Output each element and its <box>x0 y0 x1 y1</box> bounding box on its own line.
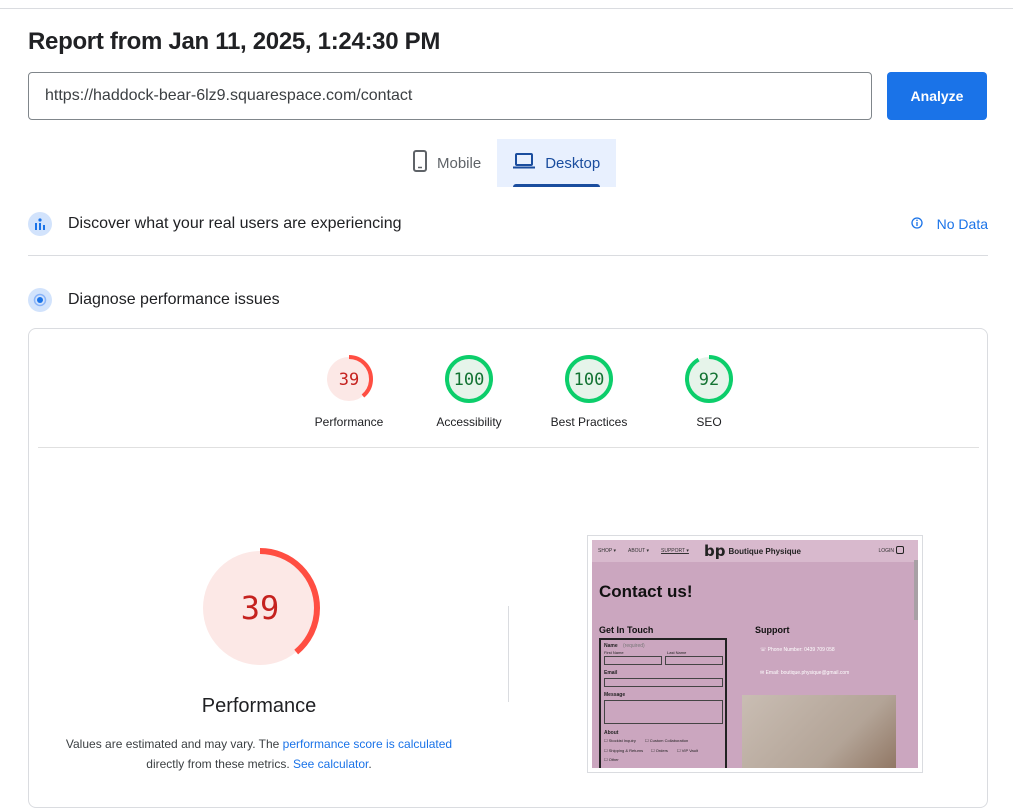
gauge-label: SEO <box>696 415 722 429</box>
performance-score-gauge: 39 <box>325 355 373 403</box>
page-screenshot[interactable]: SHOP ▾ ABOUT ▾ SUPPORT ▾ bp Boutique Phys… <box>587 535 923 773</box>
shot-required: (required) <box>623 643 645 649</box>
vertical-divider <box>508 606 509 702</box>
shot-message-field <box>604 700 723 724</box>
info-icon <box>910 216 923 232</box>
gauge-value: 39 <box>339 370 359 390</box>
shot-option: ☐ Other <box>604 757 619 762</box>
shot-option-text: Other <box>608 757 619 762</box>
gauge-best-practices[interactable]: 100 Best Practices <box>529 353 649 429</box>
gauge-value: 100 <box>574 370 605 390</box>
shot-option-text: Stockist Inquiry <box>608 738 636 743</box>
gauge-seo[interactable]: 92 SEO <box>649 353 769 429</box>
shot-last-name-field <box>665 656 723 665</box>
shot-form: Name (required) First Name Last Name Ema… <box>599 638 727 768</box>
gauge-value: 100 <box>454 370 485 390</box>
shot-message-label: Message <box>604 692 626 698</box>
shot-email-text: Email: boutique.physique@gmail.com <box>765 670 850 676</box>
score-calculated-link[interactable]: performance score is calculated <box>283 737 452 751</box>
shot-last-name: Last Name <box>667 650 687 655</box>
shot-first-name: First Name <box>604 650 624 655</box>
shot-first-name-field <box>604 656 662 665</box>
shot-phone: ☏ Phone Number: 0439 709 058 <box>760 647 835 653</box>
shot-option-text: Shipping & Returns <box>608 748 644 753</box>
no-data-link[interactable]: No Data <box>910 216 988 232</box>
shot-brand-name: Boutique Physique <box>728 546 801 556</box>
laptop-icon <box>513 153 536 173</box>
diagnose-title: Diagnose performance issues <box>68 291 280 308</box>
note-text: Values are estimated and may vary. The <box>65 737 283 751</box>
tab-mobile-label: Mobile <box>437 154 482 172</box>
analyze-button[interactable]: Analyze <box>887 72 987 120</box>
score-gauges: 39 Performance 100 Accessibility 100 Bes… <box>289 353 769 429</box>
shot-brand-logo: bp <box>704 542 726 560</box>
shot-support: Support <box>755 625 790 635</box>
shot-option: ☐ Orders <box>651 748 668 753</box>
tab-desktop-label: Desktop <box>545 154 601 172</box>
shot-option: ☐ Custom Collaboration <box>645 738 689 743</box>
shot-login: LOGIN <box>878 548 894 554</box>
top-divider <box>0 8 1013 9</box>
see-calculator-link[interactable]: See calculator <box>293 757 368 771</box>
note-suffix: . <box>368 757 372 771</box>
smartphone-icon <box>413 150 427 176</box>
panel-divider <box>38 447 979 448</box>
shot-get-in-touch: Get In Touch <box>599 625 654 635</box>
shot-nav-item: SHOP ▾ <box>598 548 616 554</box>
shot-option-text: Orders <box>655 748 668 753</box>
tab-desktop[interactable]: Desktop <box>497 139 617 187</box>
section-divider <box>28 255 988 256</box>
diagnose-panel: 39 Performance 100 Accessibility 100 Bes… <box>28 328 988 808</box>
shot-heading: Contact us! <box>599 582 693 601</box>
shot-option: ☐ Stockist Inquiry <box>604 738 636 743</box>
shot-about-label: About <box>604 730 619 736</box>
gauge-label: Best Practices <box>550 415 628 429</box>
shot-nav-item: SUPPORT ▾ <box>661 548 689 554</box>
shot-option: ☐ VIP Vault <box>677 748 699 753</box>
shot-photo <box>742 695 896 768</box>
big-gauge-value: 39 <box>241 589 280 627</box>
real-users-section: Discover what your real users are experi… <box>28 204 988 244</box>
best-practices-score-gauge: 100 <box>565 355 613 403</box>
report-title: Report from Jan 11, 2025, 1:24:30 PM <box>28 28 441 55</box>
diagnose-section: Diagnose performance issues <box>28 280 988 320</box>
shot-email-field <box>604 678 723 687</box>
device-tabs: Mobile Desktop <box>397 139 617 187</box>
shot-phone-text: Phone Number: 0439 709 058 <box>767 647 835 653</box>
note-text-2: directly from these metrics. <box>146 757 293 771</box>
shot-name-label: Name <box>604 643 618 649</box>
shot-scrollbar <box>914 560 918 620</box>
estimate-note: Values are estimated and may vary. The p… <box>59 734 459 774</box>
gauge-performance[interactable]: 39 Performance <box>289 353 409 429</box>
gauge-accessibility[interactable]: 100 Accessibility <box>409 353 529 429</box>
instagram-icon <box>896 546 904 554</box>
shot-option-text: VIP Vault <box>681 748 699 753</box>
shot-nav-item: ABOUT ▾ <box>627 548 650 554</box>
real-users-title: Discover what your real users are experi… <box>68 215 402 232</box>
shot-email: ✉ Email: boutique.physique@gmail.com <box>760 670 850 676</box>
gauge-value: 92 <box>699 370 719 390</box>
crux-icon <box>28 212 52 236</box>
url-input[interactable]: https://haddock-bear-6lz9.squarespace.co… <box>28 72 872 120</box>
screenshot-content: SHOP ▾ ABOUT ▾ SUPPORT ▾ bp Boutique Phys… <box>592 540 918 768</box>
gauge-label: Accessibility <box>436 415 502 429</box>
shot-option: ☐ Shipping & Returns <box>604 748 644 753</box>
no-data-label: No Data <box>936 216 988 232</box>
seo-score-gauge: 92 <box>685 355 733 403</box>
performance-big-gauge: 39 <box>200 548 320 668</box>
accessibility-score-gauge: 100 <box>445 355 493 403</box>
shot-brand: bp Boutique Physique <box>704 542 801 560</box>
shot-email-label: Email <box>604 670 618 676</box>
tab-mobile[interactable]: Mobile <box>397 139 497 187</box>
performance-title: Performance <box>201 695 317 717</box>
lighthouse-icon <box>28 288 52 312</box>
gauge-label: Performance <box>314 415 384 429</box>
shot-option-text: Custom Collaboration <box>649 738 689 743</box>
